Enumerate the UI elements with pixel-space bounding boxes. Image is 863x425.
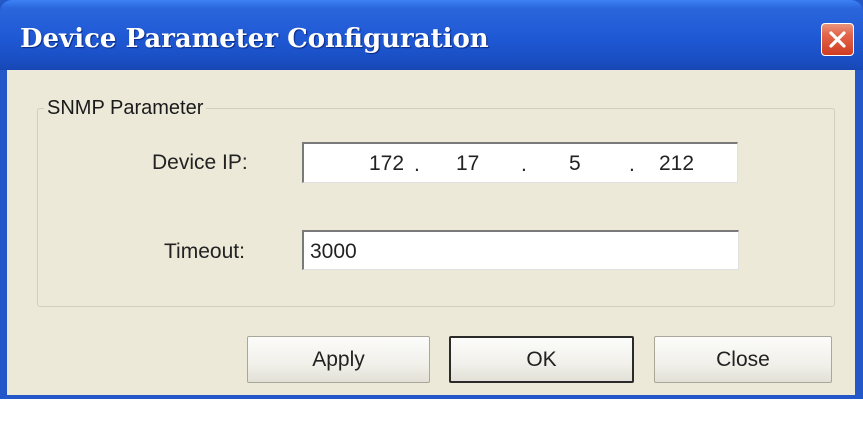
close-button[interactable]: Close [654,336,832,383]
timeout-label: Timeout: [164,240,245,263]
window-title: Device Parameter Configuration [20,24,489,54]
ip-dot-1: . [414,153,420,176]
apply-button[interactable]: Apply [247,336,430,383]
ip-dot-3: . [629,153,635,176]
bottom-border [0,395,863,399]
title-bar[interactable]: Device Parameter Configuration [0,0,863,70]
ip-octet-3[interactable]: 5 [569,152,581,176]
ip-octet-1[interactable]: 172 [369,152,404,176]
ok-button[interactable]: OK [449,336,634,383]
ip-octet-4[interactable]: 212 [659,152,694,176]
snmp-parameter-group: SNMP Parameter [37,97,835,307]
device-ip-input[interactable]: 172 . 17 . 5 . 212 [302,142,738,183]
window-bottom-edge [0,395,863,425]
close-x-icon [829,31,846,48]
dialog-window: Device Parameter Configuration SNMP Para… [0,0,863,425]
timeout-input[interactable]: 3000 [302,230,739,270]
ip-dot-2: . [521,153,527,176]
device-ip-label: Device IP: [152,151,248,174]
group-legend: SNMP Parameter [47,97,204,119]
dialog-body: SNMP Parameter Device IP: 172 . 17 . 5 .… [7,70,855,395]
ip-octet-2[interactable]: 17 [456,152,479,176]
close-window-button[interactable] [821,23,854,56]
